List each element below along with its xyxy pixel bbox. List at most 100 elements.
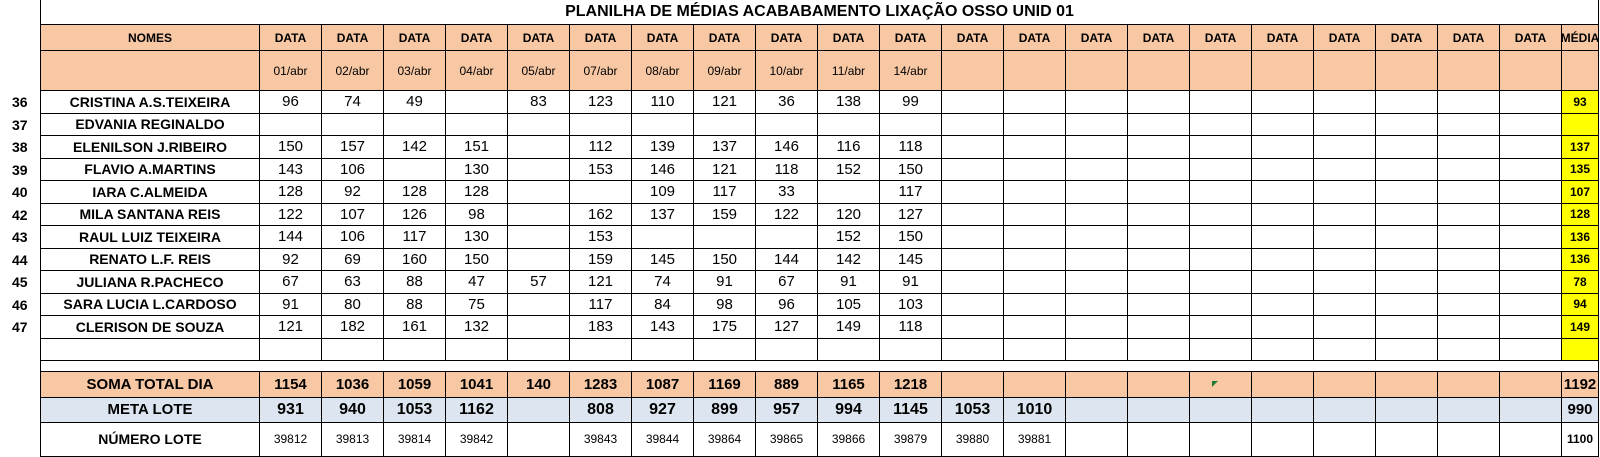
meta-lote-cell[interactable]: 1145 — [880, 397, 942, 423]
average-cell[interactable]: 94 — [1562, 293, 1599, 316]
score-cell[interactable] — [1190, 271, 1252, 294]
score-cell[interactable] — [1066, 203, 1128, 226]
score-cell[interactable]: 120 — [818, 203, 880, 226]
blank-cell[interactable] — [322, 338, 384, 361]
score-cell[interactable] — [1128, 113, 1190, 136]
score-cell[interactable] — [1190, 293, 1252, 316]
lot-number-cell[interactable]: 39880 — [942, 422, 1004, 457]
meta-lote-cell[interactable]: 899 — [694, 397, 756, 423]
meta-lote-cell[interactable]: 994 — [818, 397, 880, 423]
score-cell[interactable] — [1066, 293, 1128, 316]
score-cell[interactable]: 92 — [260, 248, 322, 271]
score-cell[interactable] — [1438, 293, 1500, 316]
score-cell[interactable]: 153 — [570, 226, 632, 249]
score-cell[interactable]: 137 — [694, 136, 756, 159]
blank-average-cell[interactable] — [1562, 338, 1599, 361]
score-cell[interactable]: 150 — [880, 158, 942, 181]
score-cell[interactable] — [1128, 293, 1190, 316]
meta-lote-cell[interactable] — [1128, 397, 1190, 423]
score-cell[interactable] — [1438, 316, 1500, 339]
score-cell[interactable] — [1190, 91, 1252, 114]
score-cell[interactable] — [1314, 316, 1376, 339]
score-cell[interactable] — [1066, 181, 1128, 204]
score-cell[interactable] — [508, 203, 570, 226]
header-data[interactable]: DATA — [1190, 25, 1252, 51]
employee-name[interactable]: CRISTINA A.S.TEIXEIRA — [40, 91, 260, 114]
employee-name[interactable]: ELENILSON J.RIBEIRO — [40, 136, 260, 159]
header-data[interactable]: DATA — [508, 25, 570, 51]
header-date[interactable] — [1190, 51, 1252, 91]
header-date[interactable]: 08/abr — [632, 51, 694, 91]
score-cell[interactable] — [508, 248, 570, 271]
score-cell[interactable]: 69 — [322, 248, 384, 271]
score-cell[interactable]: 74 — [322, 91, 384, 114]
score-cell[interactable]: 116 — [818, 136, 880, 159]
header-date[interactable]: 07/abr — [570, 51, 632, 91]
score-cell[interactable] — [1066, 271, 1128, 294]
blank-cell[interactable] — [384, 338, 446, 361]
score-cell[interactable] — [818, 181, 880, 204]
header-names-blank[interactable] — [40, 51, 260, 91]
meta-lote-cell[interactable]: 957 — [756, 397, 818, 423]
meta-lote-cell[interactable] — [1500, 397, 1562, 423]
score-cell[interactable] — [1004, 316, 1066, 339]
score-cell[interactable]: 157 — [322, 136, 384, 159]
sum-total-cell[interactable]: 1165 — [818, 371, 880, 398]
header-data[interactable]: DATA — [260, 25, 322, 51]
score-cell[interactable] — [1128, 203, 1190, 226]
score-cell[interactable] — [1004, 181, 1066, 204]
score-cell[interactable] — [1314, 181, 1376, 204]
meta-lote-cell[interactable] — [508, 397, 570, 423]
score-cell[interactable]: 103 — [880, 293, 942, 316]
score-cell[interactable] — [508, 158, 570, 181]
meta-lote-cell[interactable] — [1252, 397, 1314, 423]
blank-cell[interactable] — [942, 338, 1004, 361]
score-cell[interactable] — [1190, 203, 1252, 226]
blank-cell[interactable] — [260, 338, 322, 361]
score-cell[interactable]: 152 — [818, 226, 880, 249]
employee-name[interactable]: JULIANA R.PACHECO — [40, 271, 260, 294]
score-cell[interactable]: 98 — [446, 203, 508, 226]
score-cell[interactable] — [508, 226, 570, 249]
lot-number-cell[interactable] — [1252, 422, 1314, 457]
score-cell[interactable]: 161 — [384, 316, 446, 339]
blank-cell[interactable] — [756, 338, 818, 361]
header-data[interactable]: DATA — [570, 25, 632, 51]
header-data[interactable]: DATA — [756, 25, 818, 51]
score-cell[interactable] — [1252, 248, 1314, 271]
header-data[interactable]: DATA — [1500, 25, 1562, 51]
header-data[interactable]: DATA — [1314, 25, 1376, 51]
score-cell[interactable] — [942, 271, 1004, 294]
lot-number-cell[interactable] — [508, 422, 570, 457]
score-cell[interactable]: 91 — [818, 271, 880, 294]
lot-number-cell[interactable] — [1128, 422, 1190, 457]
score-cell[interactable]: 75 — [446, 293, 508, 316]
sum-total-cell[interactable]: 889 — [756, 371, 818, 398]
score-cell[interactable]: 122 — [756, 203, 818, 226]
blank-cell[interactable] — [818, 338, 880, 361]
score-cell[interactable] — [1376, 91, 1438, 114]
score-cell[interactable] — [508, 293, 570, 316]
score-cell[interactable]: 137 — [632, 203, 694, 226]
score-cell[interactable]: 127 — [880, 203, 942, 226]
score-cell[interactable] — [1004, 293, 1066, 316]
score-cell[interactable] — [1500, 293, 1562, 316]
average-cell[interactable]: 128 — [1562, 203, 1599, 226]
lot-number-cell[interactable] — [1190, 422, 1252, 457]
score-cell[interactable]: 127 — [756, 316, 818, 339]
meta-lote-cell[interactable] — [1066, 397, 1128, 423]
score-cell[interactable] — [694, 226, 756, 249]
score-cell[interactable] — [1314, 136, 1376, 159]
lot-number-average[interactable]: 1100 — [1562, 422, 1599, 457]
score-cell[interactable] — [260, 113, 322, 136]
score-cell[interactable] — [1066, 158, 1128, 181]
average-cell[interactable]: 149 — [1562, 316, 1599, 339]
score-cell[interactable] — [508, 316, 570, 339]
score-cell[interactable]: 145 — [880, 248, 942, 271]
score-cell[interactable]: 91 — [260, 293, 322, 316]
header-date[interactable] — [1128, 51, 1190, 91]
score-cell[interactable] — [1500, 271, 1562, 294]
meta-lote-cell[interactable]: 931 — [260, 397, 322, 423]
score-cell[interactable] — [756, 113, 818, 136]
score-cell[interactable] — [1252, 136, 1314, 159]
